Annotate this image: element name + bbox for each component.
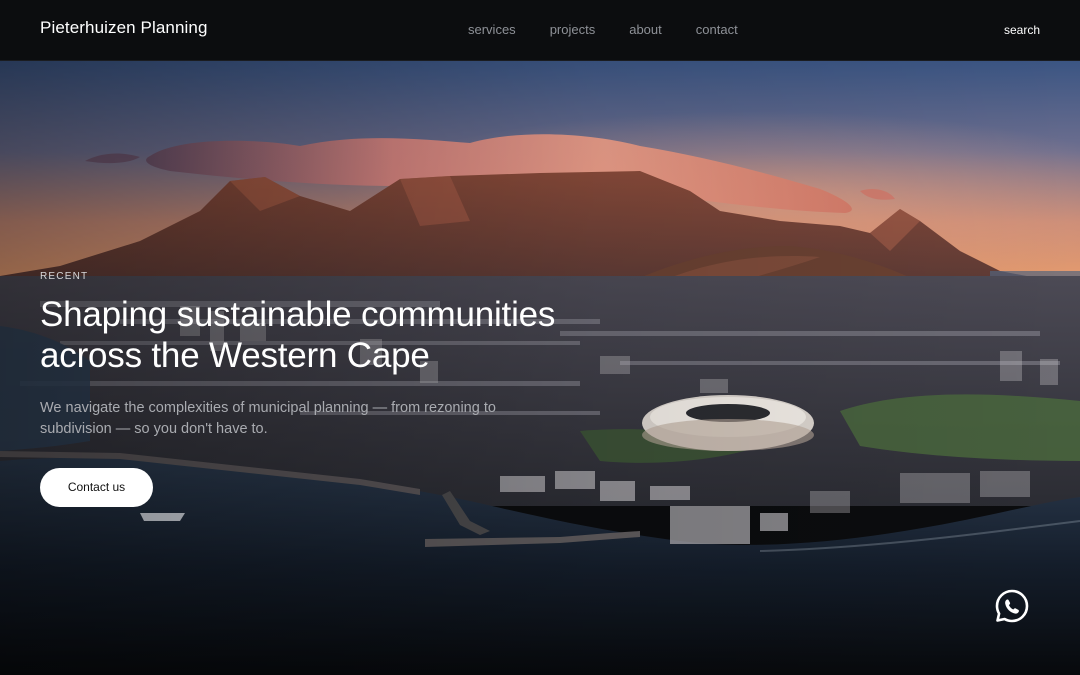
nav-link-projects[interactable]: projects — [550, 22, 596, 37]
nav-link-services[interactable]: services — [468, 22, 516, 37]
brand-logo-text[interactable]: Pieterhuizen Planning — [40, 18, 208, 38]
search-link[interactable]: search — [1004, 23, 1040, 37]
hero-eyebrow: RECENT — [40, 271, 89, 282]
hero-subcopy: We navigate the complexities of municipa… — [40, 400, 496, 437]
whatsapp-button[interactable] — [994, 588, 1030, 624]
hero-headline: Shaping sustainable communities across t… — [40, 294, 600, 376]
site-header: Pieterhuizen Planning services projects … — [0, 0, 1080, 61]
hero-headline-line-1: Shaping sustainable communities — [40, 295, 556, 334]
hero-section: RECENT Shaping sustainable communities a… — [0, 61, 1080, 675]
hero-headline-line-2: across the Western Cape — [40, 336, 430, 375]
contact-us-button[interactable]: Contact us — [40, 468, 153, 507]
nav-link-about[interactable]: about — [629, 22, 662, 37]
whatsapp-icon — [995, 589, 1029, 623]
main-nav: services projects about contact — [468, 22, 772, 37]
nav-link-contact[interactable]: contact — [696, 22, 738, 37]
hero-content: RECENT Shaping sustainable communities a… — [40, 271, 600, 507]
